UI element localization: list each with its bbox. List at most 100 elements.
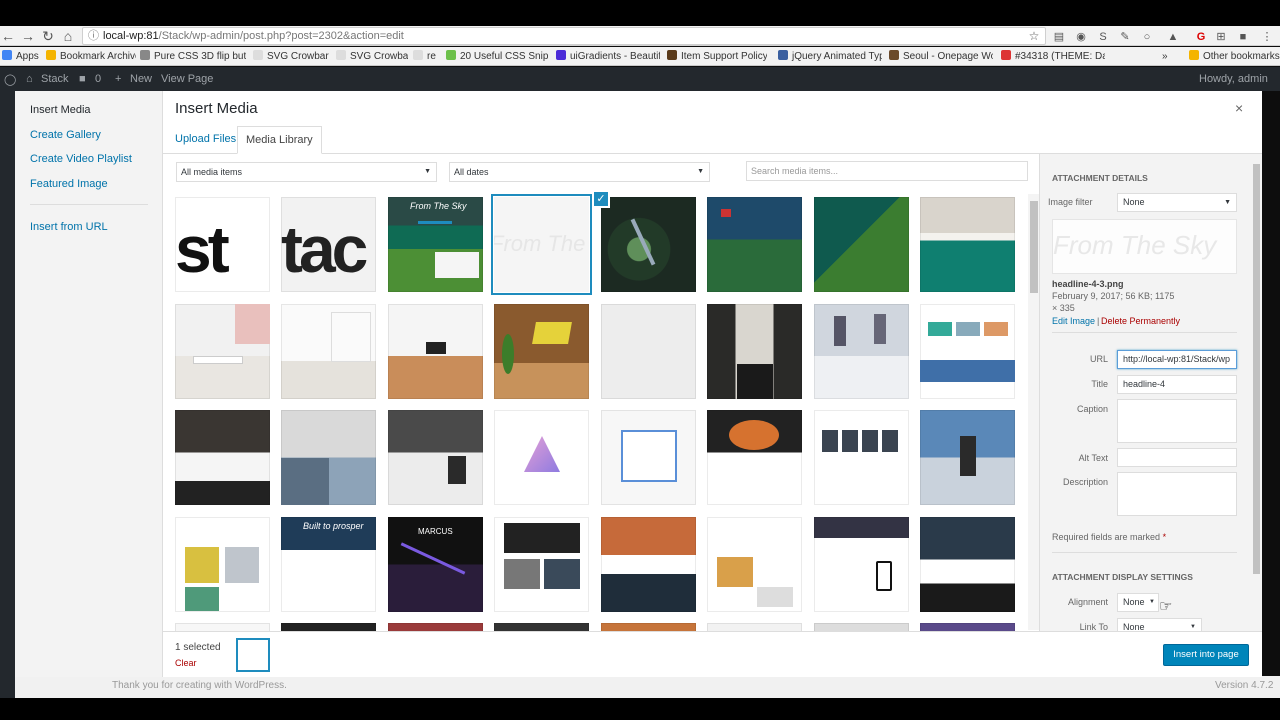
- bookmark[interactable]: uiGradients - Beautif: [556, 50, 660, 64]
- attachment-thumb[interactable]: [707, 304, 802, 399]
- tab-upload-files[interactable]: Upload Files: [167, 126, 244, 154]
- extension-icon[interactable]: ▤: [1052, 30, 1066, 44]
- extension-icon[interactable]: S: [1096, 30, 1110, 44]
- bookmark[interactable]: #34318 (THEME: Dap: [1001, 50, 1105, 64]
- attachment-thumb[interactable]: [601, 197, 696, 292]
- site-name[interactable]: Stack: [41, 73, 69, 85]
- extension-icon[interactable]: ○: [1140, 30, 1154, 44]
- attachment-thumb[interactable]: [601, 517, 696, 612]
- bookmark-apps[interactable]: Apps: [2, 50, 44, 64]
- url-field[interactable]: http://local-wp:81/Stack/wp: [1117, 350, 1237, 369]
- bookmark[interactable]: jQuery Animated Typ: [778, 50, 882, 64]
- attachment-thumb[interactable]: [920, 517, 1015, 612]
- attachment-thumb[interactable]: [601, 304, 696, 399]
- grid-scrollbar-thumb[interactable]: [1030, 201, 1038, 293]
- details-scrollbar[interactable]: [1251, 154, 1262, 631]
- checkmark-icon[interactable]: ✓: [592, 190, 610, 208]
- selection-thumb[interactable]: [236, 638, 270, 672]
- bookmark-overflow[interactable]: »: [1162, 50, 1176, 64]
- back-icon[interactable]: ←: [0, 28, 16, 44]
- alt-text-field[interactable]: [1117, 448, 1237, 467]
- bookmark[interactable]: SVG Crowbar: [336, 50, 408, 64]
- image-filter-select[interactable]: None ▼: [1117, 193, 1237, 212]
- attachment-thumb[interactable]: [175, 410, 270, 505]
- attachment-thumb[interactable]: [920, 623, 1015, 631]
- bookmark[interactable]: SVG Crowbar 2: [253, 50, 331, 64]
- attachment-thumb[interactable]: [814, 623, 909, 631]
- menu-insert-media[interactable]: Insert Media: [30, 104, 91, 116]
- link-to-select[interactable]: None ▼: [1117, 618, 1202, 631]
- attachment-thumb[interactable]: [494, 410, 589, 505]
- menu-create-gallery[interactable]: Create Gallery: [30, 129, 101, 141]
- attachment-thumb[interactable]: [814, 410, 909, 505]
- attachment-thumb[interactable]: [281, 304, 376, 399]
- attachment-thumb[interactable]: Built to prosper: [281, 517, 376, 612]
- attachment-thumb[interactable]: [494, 304, 589, 399]
- details-scrollbar-thumb[interactable]: [1253, 164, 1260, 574]
- attachment-thumb[interactable]: [707, 517, 802, 612]
- attachment-thumb[interactable]: [814, 304, 909, 399]
- menu-create-video-playlist[interactable]: Create Video Playlist: [30, 153, 132, 165]
- tab-media-library[interactable]: Media Library: [237, 126, 322, 154]
- attachment-thumb[interactable]: [175, 517, 270, 612]
- caption-field[interactable]: [1117, 399, 1237, 443]
- attachment-thumb[interactable]: [920, 197, 1015, 292]
- attachment-thumb[interactable]: [281, 623, 376, 631]
- search-media-input[interactable]: Search media items...: [746, 161, 1028, 181]
- extension-icon[interactable]: ■: [1236, 30, 1250, 44]
- extension-icon[interactable]: G: [1194, 30, 1208, 44]
- other-bookmarks[interactable]: Other bookmarks: [1189, 50, 1280, 64]
- bookmark[interactable]: Item Support Policy |: [667, 50, 767, 64]
- camera-icon[interactable]: ◉: [1074, 30, 1088, 44]
- attachment-thumb[interactable]: [601, 623, 696, 631]
- edit-image-link[interactable]: Edit Image: [1052, 315, 1095, 327]
- attachment-thumb[interactable]: [707, 410, 802, 505]
- attachment-thumb[interactable]: [920, 410, 1015, 505]
- extension-icon[interactable]: ▲: [1166, 30, 1180, 44]
- attachment-thumb[interactable]: st: [175, 197, 270, 292]
- wordpress-icon[interactable]: ◯: [4, 73, 16, 86]
- attachment-thumb[interactable]: [707, 623, 802, 631]
- view-page-link[interactable]: View Page: [161, 73, 213, 85]
- insert-into-page-button[interactable]: Insert into page: [1163, 644, 1249, 666]
- media-type-filter[interactable]: All media items ▼: [176, 162, 437, 182]
- attachment-thumb[interactable]: [601, 410, 696, 505]
- description-field[interactable]: [1117, 472, 1237, 516]
- howdy-user[interactable]: Howdy, admin: [1199, 73, 1268, 85]
- attachment-thumb[interactable]: MARCUS: [388, 517, 483, 612]
- bookmark[interactable]: Bookmark Archive: [46, 50, 136, 64]
- bookmark[interactable]: re: [413, 50, 441, 64]
- attachment-thumb[interactable]: [175, 304, 270, 399]
- home-icon[interactable]: ⌂: [60, 28, 76, 44]
- new-link[interactable]: New: [130, 73, 152, 85]
- extension-icon[interactable]: ✎: [1118, 30, 1132, 44]
- bookmark[interactable]: Seoul - Onepage Wo: [889, 50, 993, 64]
- close-icon[interactable]: ×: [1235, 100, 1243, 116]
- attachment-thumb[interactable]: [814, 197, 909, 292]
- alignment-select[interactable]: None ▼: [1117, 593, 1159, 612]
- attachment-thumb[interactable]: [920, 304, 1015, 399]
- attachment-thumb[interactable]: [814, 517, 909, 612]
- attachment-thumb[interactable]: [388, 623, 483, 631]
- menu-icon[interactable]: ⋮: [1260, 30, 1274, 44]
- attachment-thumb[interactable]: From The Sky: [388, 197, 483, 292]
- bookmark[interactable]: 20 Useful CSS Snippe: [446, 50, 549, 64]
- bookmark[interactable]: Pure CSS 3D flip butt: [140, 50, 246, 64]
- star-icon[interactable]: ☆: [1026, 28, 1042, 44]
- address-bar[interactable]: ⓘ local-wp:81/Stack/wp-admin/post.php?po…: [82, 27, 1046, 45]
- menu-featured-image[interactable]: Featured Image: [30, 178, 108, 190]
- attachment-thumb-selected[interactable]: From The Sky: [494, 197, 589, 292]
- attachment-thumb[interactable]: tac: [281, 197, 376, 292]
- menu-insert-from-url[interactable]: Insert from URL: [30, 221, 108, 233]
- date-filter[interactable]: All dates ▼: [449, 162, 710, 182]
- delete-permanently-link[interactable]: Delete Permanently: [1101, 315, 1180, 327]
- attachment-thumb[interactable]: [388, 410, 483, 505]
- comment-count[interactable]: 0: [95, 73, 101, 85]
- attachment-thumb[interactable]: [175, 623, 270, 631]
- forward-icon[interactable]: →: [20, 28, 36, 44]
- attachment-thumb[interactable]: [494, 517, 589, 612]
- attachment-thumb[interactable]: [281, 410, 376, 505]
- attachment-thumb[interactable]: [494, 623, 589, 631]
- extension-icon[interactable]: ⊞: [1214, 30, 1228, 44]
- clear-selection-link[interactable]: Clear: [175, 658, 197, 668]
